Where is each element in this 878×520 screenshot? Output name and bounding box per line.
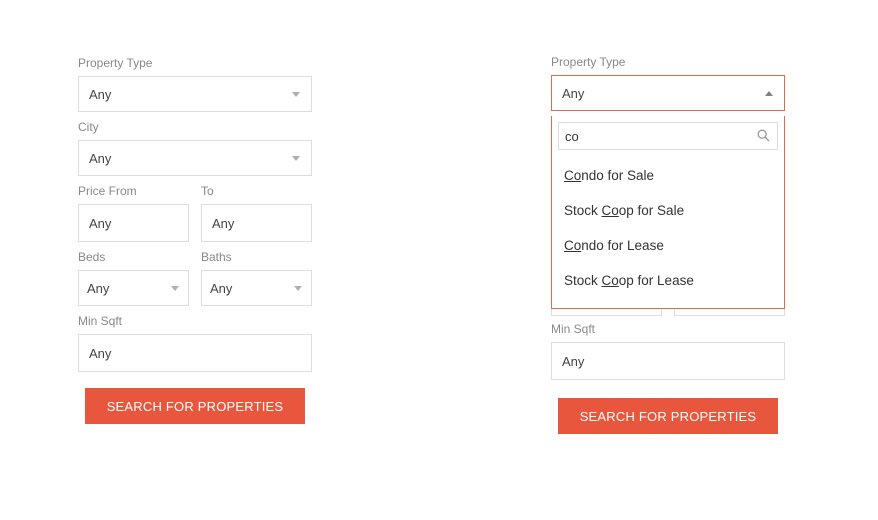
beds-value: Any <box>87 281 109 296</box>
property-type-field: Property Type Any <box>78 56 312 112</box>
dropdown-option[interactable]: Condo for Sale <box>552 158 784 193</box>
property-type-dropdown: Condo for Sale Stock Coop for Sale Condo… <box>551 116 785 309</box>
city-value: Any <box>89 151 111 166</box>
baths-select[interactable]: Any <box>201 270 312 306</box>
beds-baths-row: Beds Any Baths Any <box>78 250 312 314</box>
search-button[interactable]: SEARCH FOR PROPERTIES <box>558 398 779 434</box>
min-sqft-label: Min Sqft <box>551 322 785 336</box>
min-sqft-input[interactable] <box>78 334 312 372</box>
beds-select[interactable]: Any <box>78 270 189 306</box>
min-sqft-field-right: Min Sqft <box>551 322 785 380</box>
min-sqft-input[interactable] <box>551 342 785 380</box>
chevron-down-icon <box>170 283 180 293</box>
dropdown-option[interactable]: Condo for Lease <box>552 228 784 263</box>
search-icon <box>757 129 771 143</box>
city-select[interactable]: Any <box>78 140 312 176</box>
property-type-label: Property Type <box>551 55 785 69</box>
property-search-form-closed: Property Type Any City Any Price From To <box>78 56 312 424</box>
property-type-value: Any <box>89 87 111 102</box>
property-type-select-open[interactable]: Any <box>551 75 785 111</box>
property-type-field-open: Property Type Any <box>551 55 785 111</box>
baths-value: Any <box>210 281 232 296</box>
search-button-wrap: SEARCH FOR PROPERTIES <box>551 398 785 434</box>
property-search-form-open: Property Type Any <box>551 55 785 119</box>
city-label: City <box>78 120 312 134</box>
price-from-label: Price From <box>78 184 189 198</box>
chevron-down-icon <box>293 283 303 293</box>
price-row: Price From To <box>78 184 312 250</box>
dropdown-options: Condo for Sale Stock Coop for Sale Condo… <box>552 154 784 308</box>
beds-field: Beds Any <box>78 250 189 306</box>
search-button[interactable]: SEARCH FOR PROPERTIES <box>85 388 306 424</box>
price-to-field: To <box>201 184 312 242</box>
property-type-select[interactable]: Any <box>78 76 312 112</box>
dropdown-option[interactable]: Stock Coop for Sale <box>552 193 784 228</box>
dropdown-search[interactable] <box>558 122 778 150</box>
property-type-label: Property Type <box>78 56 312 70</box>
chevron-down-icon <box>291 89 301 99</box>
baths-label: Baths <box>201 250 312 264</box>
chevron-down-icon <box>291 153 301 163</box>
price-from-field: Price From <box>78 184 189 242</box>
dropdown-search-input[interactable] <box>565 129 757 144</box>
property-type-value: Any <box>562 86 584 101</box>
price-to-input[interactable] <box>201 204 312 242</box>
min-sqft-field: Min Sqft <box>78 314 312 372</box>
baths-field: Baths Any <box>201 250 312 306</box>
city-field: City Any <box>78 120 312 176</box>
price-from-input[interactable] <box>78 204 189 242</box>
beds-label: Beds <box>78 250 189 264</box>
chevron-up-icon <box>764 88 774 98</box>
dropdown-option[interactable]: Stock Coop for Lease <box>552 263 784 298</box>
min-sqft-label: Min Sqft <box>78 314 312 328</box>
price-to-label: To <box>201 184 312 198</box>
